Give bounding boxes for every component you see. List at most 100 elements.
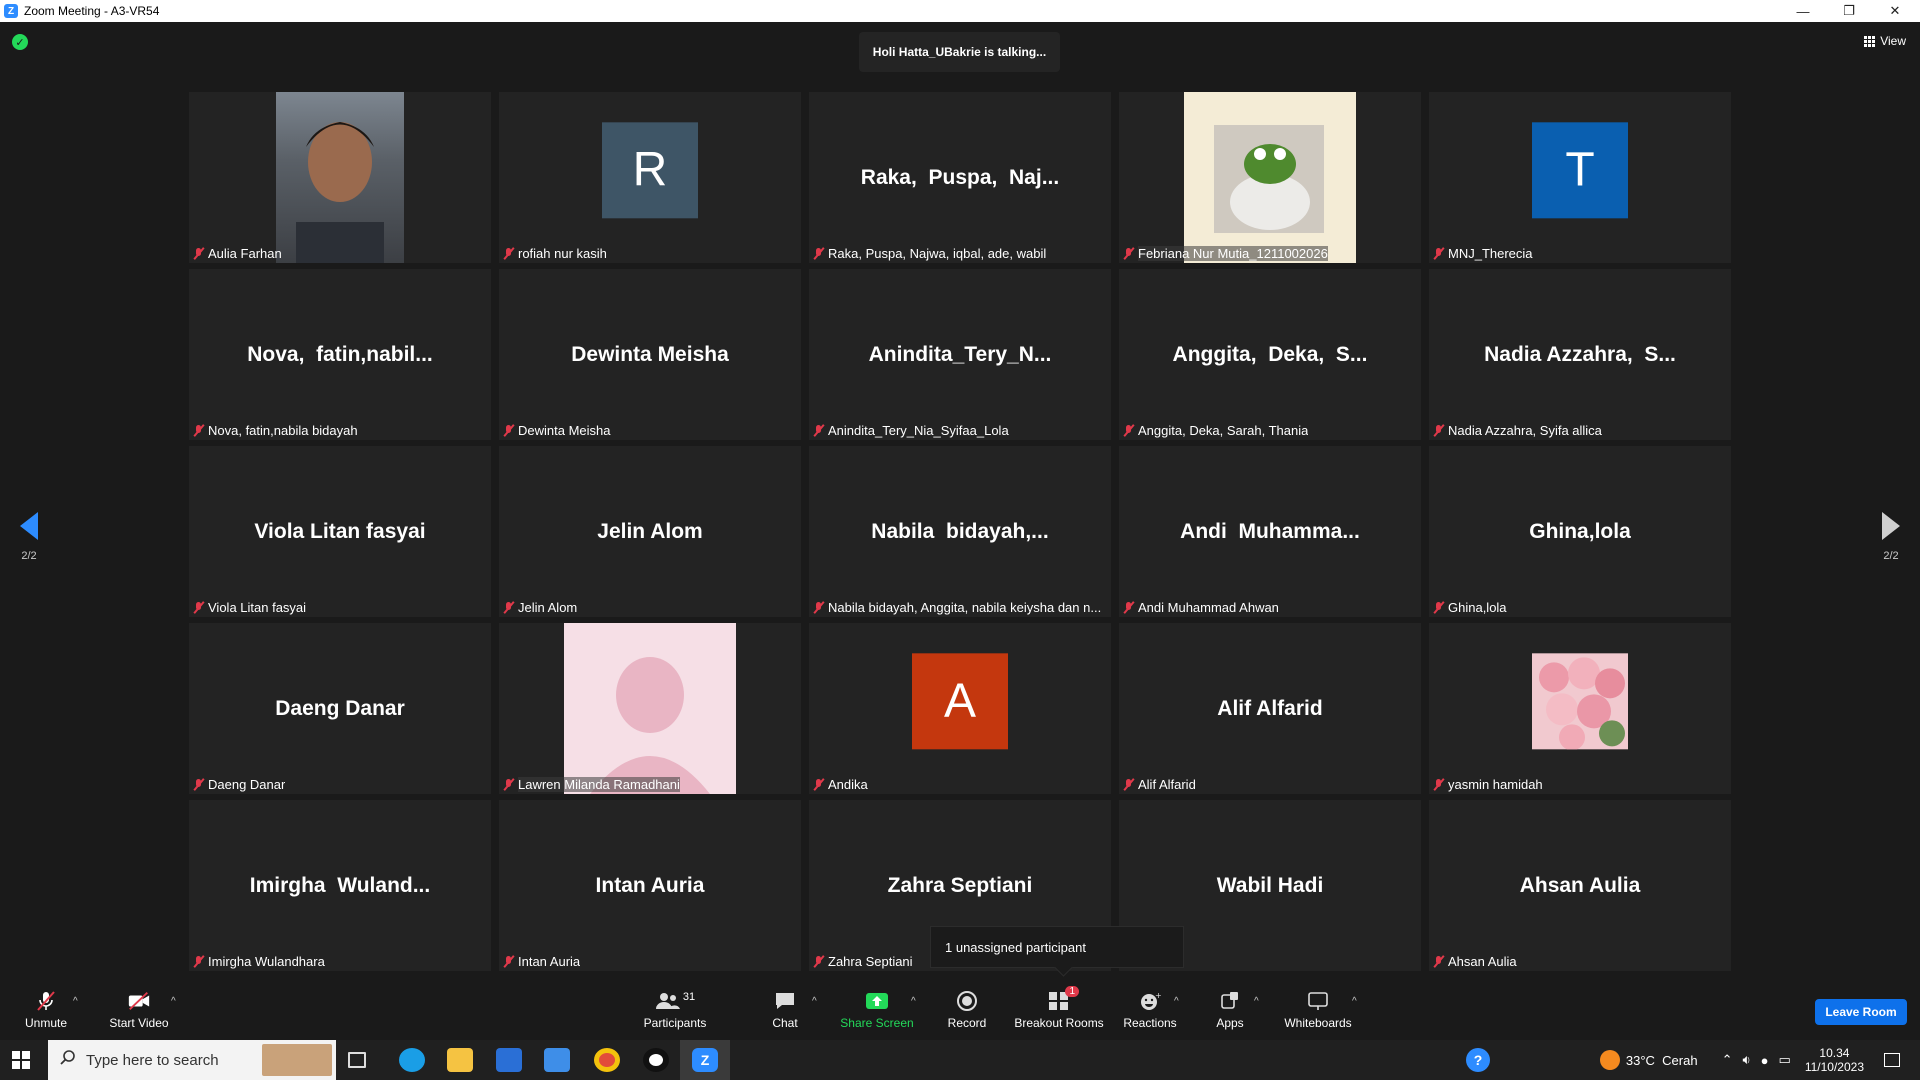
reactions-options-caret[interactable]: ^	[1174, 996, 1179, 1007]
zoom-taskbar-item[interactable]: Z	[680, 1040, 730, 1080]
participant-tile[interactable]: Jelin Alom Jelin Alom	[499, 446, 801, 617]
participant-name: Nabila bidayah, Anggita, nabila keiysha …	[828, 600, 1102, 615]
weather-text[interactable]: 33°C Cerah	[1626, 1053, 1698, 1068]
show-hidden-icons-chevron-icon[interactable]: ⌃	[1722, 1052, 1733, 1068]
file-explorer-icon[interactable]	[447, 1048, 473, 1072]
whiteboards-label: Whiteboards	[1284, 1016, 1352, 1030]
windows-start-icon[interactable]	[12, 1051, 30, 1069]
zoom-app-icon: Z	[692, 1048, 718, 1072]
participant-tile[interactable]: Imirgha Wuland... Imirgha Wulandhara	[189, 800, 491, 971]
network-icon[interactable]: ▭	[1779, 1052, 1791, 1068]
participant-display-name: Zahra Septiani	[887, 873, 1033, 897]
roses-profile-photo	[1532, 652, 1628, 750]
participant-tile[interactable]: Rrofiah nur kasih	[499, 92, 801, 263]
microsoft-store-icon[interactable]	[496, 1048, 522, 1072]
next-page-button[interactable]: 2/2	[1871, 512, 1911, 562]
help-icon[interactable]: ?	[1466, 1048, 1490, 1072]
participant-display-name: Ghina,lola	[1529, 519, 1631, 543]
share-screen-button[interactable]: Share Screen	[840, 980, 914, 1040]
share-options-caret[interactable]: ^	[911, 996, 916, 1007]
participant-tile[interactable]: Andi Muhamma... Andi Muhammad Ahwan	[1119, 446, 1421, 617]
task-view-icon[interactable]	[348, 1052, 366, 1068]
participant-tile[interactable]: A Andika	[809, 623, 1111, 794]
participant-tile[interactable]: Anggita, Deka, S... Anggita, Deka, Sarah,…	[1119, 269, 1421, 440]
participant-tile[interactable]: Daeng Danar Daeng Danar	[189, 623, 491, 794]
participant-tile[interactable]: Nova, fatin,nabil... Nova, fatin,nabila b…	[189, 269, 491, 440]
participant-tile[interactable]: Alif Alfarid Alif Alfarid	[1119, 623, 1421, 794]
close-window-button[interactable]: ✕	[1872, 0, 1918, 22]
default-avatar-silhouette	[564, 623, 736, 794]
participant-tile[interactable]: Ghina,lola Ghina,lola	[1429, 446, 1731, 617]
participant-display-name: Jelin Alom	[597, 519, 703, 543]
chrome-icon[interactable]	[594, 1048, 620, 1072]
participant-tile[interactable]: Nadia Azzahra, S... Nadia Azzahra, Syifa …	[1429, 269, 1731, 440]
participant-tile[interactable]: Intan Auria Intan Auria	[499, 800, 801, 971]
mail-icon[interactable]	[544, 1048, 570, 1072]
zoom-logo-icon: Z	[4, 4, 18, 18]
leave-room-button[interactable]: Leave Room	[1815, 999, 1907, 1025]
notification-center-icon[interactable]	[1884, 1053, 1900, 1067]
participant-video-photo	[276, 92, 404, 263]
previous-page-button[interactable]: 2/2	[9, 512, 49, 562]
muted-mic-icon	[503, 247, 514, 260]
taskbar-search-box[interactable]: Type here to search	[48, 1040, 336, 1080]
audio-options-caret[interactable]: ^	[73, 996, 78, 1007]
participant-name-label: Ghina,lola	[1433, 600, 1507, 615]
view-button[interactable]: View	[1864, 34, 1906, 48]
system-tray: 33°C Cerah ⌃ 🔉︎ ● ▭ 10.34 11/10/2023	[1599, 1040, 1920, 1080]
apps-options-caret[interactable]: ^	[1254, 996, 1259, 1007]
active-speaker-indicator: Holi Hatta_UBakrie is talking...	[859, 32, 1060, 72]
participant-tile[interactable]: yasmin hamidah	[1429, 623, 1731, 794]
whiteboards-button[interactable]: Whiteboards	[1280, 980, 1356, 1040]
teamviewer-icon[interactable]	[643, 1048, 669, 1072]
participant-tile[interactable]: Ahsan Aulia Ahsan Aulia	[1429, 800, 1731, 971]
participant-gallery: Aulia Farhan Rrofiah nur kasih Raka, Puspa…	[189, 92, 1731, 971]
microphone-tray-icon[interactable]: ●	[1761, 1053, 1769, 1068]
participants-label: Participants	[643, 1016, 707, 1030]
reactions-button[interactable]: + Reactions	[1122, 980, 1178, 1040]
chat-button[interactable]: Chat	[765, 980, 805, 1040]
page-indicator-right: 2/2	[1883, 550, 1899, 562]
participant-name: Lawren Milanda Ramadhani	[518, 777, 680, 792]
clock[interactable]: 10.34 11/10/2023	[1805, 1046, 1864, 1074]
participant-name: Raka, Puspa, Najwa, iqbal, ade, wabil	[828, 246, 1047, 261]
participants-icon: 31	[653, 990, 697, 1012]
muted-mic-icon	[1433, 601, 1444, 614]
participant-display-name: Alif Alfarid	[1217, 696, 1323, 720]
apps-icon	[1218, 990, 1242, 1012]
participant-display-name: Viola Litan fasyai	[254, 519, 426, 543]
muted-mic-icon	[1123, 601, 1134, 614]
participant-tile[interactable]: Lawren Milanda Ramadhani	[499, 623, 801, 794]
participant-display-name: Anggita, Deka, S...	[1172, 342, 1368, 366]
participant-tile[interactable]: Viola Litan fasyai Viola Litan fasyai	[189, 446, 491, 617]
whiteboards-options-caret[interactable]: ^	[1352, 996, 1357, 1007]
participant-tile[interactable]: Dewinta Meisha Dewinta Meisha	[499, 269, 801, 440]
record-button[interactable]: Record	[942, 980, 992, 1040]
minimize-button[interactable]: —	[1780, 0, 1826, 22]
restore-button[interactable]: ❐	[1826, 0, 1872, 22]
chat-options-caret[interactable]: ^	[812, 996, 817, 1007]
arrow-right-icon	[1882, 512, 1900, 540]
participant-name-label: Viola Litan fasyai	[193, 600, 306, 615]
unmute-button[interactable]: Unmute	[20, 980, 72, 1040]
breakout-rooms-button[interactable]: 1 Breakout Rooms	[1012, 980, 1106, 1040]
start-video-button[interactable]: Start Video	[106, 980, 172, 1040]
speaker-icon[interactable]: 🔉︎	[1742, 1052, 1750, 1068]
weather-sun-icon	[1599, 1050, 1620, 1070]
encryption-shield-icon[interactable]: ✓	[12, 34, 28, 50]
edge-browser-icon[interactable]	[399, 1048, 425, 1072]
clock-time: 10.34	[1819, 1046, 1850, 1060]
participant-tile[interactable]: T MNJ_Therecia	[1429, 92, 1731, 263]
participant-name: Andi Muhammad Ahwan	[1138, 600, 1279, 615]
participant-tile[interactable]: Nabila bidayah,... Nabila bidayah, Anggit…	[809, 446, 1111, 617]
apps-button[interactable]: Apps	[1210, 980, 1250, 1040]
participant-display-name: Raka, Puspa, Naj...	[860, 165, 1060, 189]
participant-tile[interactable]: Anindita_Tery_N... Anindita_Tery_Nia_Syif…	[809, 269, 1111, 440]
participant-tile[interactable]: Aulia Farhan	[189, 92, 491, 263]
avatar-letter: T	[1532, 121, 1628, 218]
muted-mic-icon	[193, 424, 204, 437]
participants-button[interactable]: 31 Participants	[640, 980, 710, 1040]
video-options-caret[interactable]: ^	[171, 996, 176, 1007]
participant-tile[interactable]: Febriana Nur Mutia_1211002026	[1119, 92, 1421, 263]
participant-tile[interactable]: Raka, Puspa, Naj... Raka, Puspa, Najwa, i…	[809, 92, 1111, 263]
